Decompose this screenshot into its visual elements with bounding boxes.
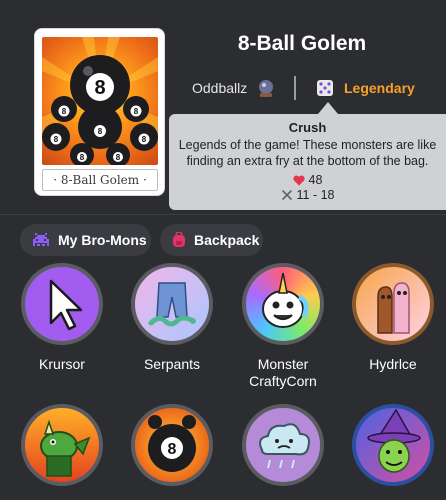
rarity-tooltip: Crush Legends of the game! These monster… (169, 114, 446, 210)
svg-text:8: 8 (134, 107, 139, 116)
tooltip-description-line1: Legends of the game! These monsters are … (178, 138, 437, 152)
tooltip-attack-value: 11 - 18 (296, 188, 335, 202)
rain-cloud-icon (259, 423, 310, 469)
monster-label-craftycorn[interactable]: Monster CraftyCorn (228, 356, 338, 390)
eight-ball-golem-illustration: 8 8 8 8 8 8 8 8 (42, 37, 158, 165)
monster-avatar-serpants[interactable] (131, 263, 213, 345)
svg-text:8: 8 (98, 127, 103, 136)
svg-text:8: 8 (142, 135, 147, 144)
monster-avatar-craftycorn[interactable] (242, 263, 324, 345)
monster-label-serpants[interactable]: Serpants (117, 356, 227, 373)
monster-label-craftycorn-line1: Monster (257, 356, 309, 372)
monster-title: 8-Ball Golem (237, 32, 367, 55)
svg-text:8: 8 (168, 441, 177, 458)
monster-label-craftycorn-line2: CraftyCorn (249, 373, 317, 389)
rarity-label[interactable]: Legendary (344, 80, 415, 96)
card-name-label: · 8-Ball Golem · (42, 169, 158, 191)
svg-text:8: 8 (54, 135, 59, 144)
crystal-ball-icon (259, 80, 273, 97)
monster-card-art: 8 8 8 8 8 8 8 8 (42, 37, 158, 165)
monster-avatar-hydrlce[interactable] (352, 263, 434, 345)
tab-backpack[interactable]: Backpack (160, 224, 263, 256)
monster-avatar-dragon[interactable] (21, 404, 103, 486)
meta-divider (294, 76, 296, 100)
tab-backpack-label: Backpack (194, 232, 260, 248)
monster-card: 8 8 8 8 8 8 8 8 · 8-Ball Golem · (34, 28, 165, 196)
svg-text:8: 8 (94, 77, 105, 99)
section-divider (0, 214, 446, 215)
eight-ball-icon: 8 (148, 415, 196, 472)
tooltip-description-line2: finding an extra fry at the bottom of th… (186, 154, 429, 168)
space-invader-icon (33, 233, 49, 246)
tooltip-attack-stat: 11 - 18 (169, 188, 446, 202)
svg-text:8: 8 (80, 153, 85, 162)
monster-meta-row: Oddballz Legendary (186, 76, 426, 102)
monster-avatar-cloud[interactable] (242, 404, 324, 486)
tooltip-health-value: 48 (308, 173, 323, 187)
tooltip-health-stat: 48 (169, 173, 446, 187)
crossed-swords-icon (281, 190, 292, 200)
monster-label-krursor[interactable]: Krursor (7, 356, 117, 373)
witch-icon (367, 408, 421, 473)
unicorn-icon (262, 272, 309, 328)
tooltip-title: Crush (288, 120, 327, 135)
tab-my-bro-mons[interactable]: My Bro-Mons (20, 224, 151, 256)
tab-my-bro-mons-label: My Bro-Mons (58, 232, 147, 248)
tooltip-arrow (318, 102, 338, 114)
snake-pants-icon (148, 282, 196, 327)
heart-icon (292, 175, 305, 185)
monster-avatar-8-ball-golem[interactable]: 8 (131, 404, 213, 486)
svg-text:8: 8 (62, 107, 67, 116)
ice-cream-hydra-icon (377, 282, 410, 334)
monster-label-hydrlce[interactable]: Hydrlce (338, 356, 446, 373)
svg-text:8: 8 (116, 153, 121, 162)
monster-avatar-witch[interactable] (352, 404, 434, 486)
dice-icon (317, 80, 333, 96)
card-name-text: 8-Ball Golem (60, 173, 140, 187)
monster-avatar-krursor[interactable] (21, 263, 103, 345)
green-dragon-icon (40, 419, 91, 477)
set-name-label: Oddballz (192, 80, 248, 96)
cursor-icon (49, 279, 83, 331)
backpack-icon (173, 232, 185, 247)
